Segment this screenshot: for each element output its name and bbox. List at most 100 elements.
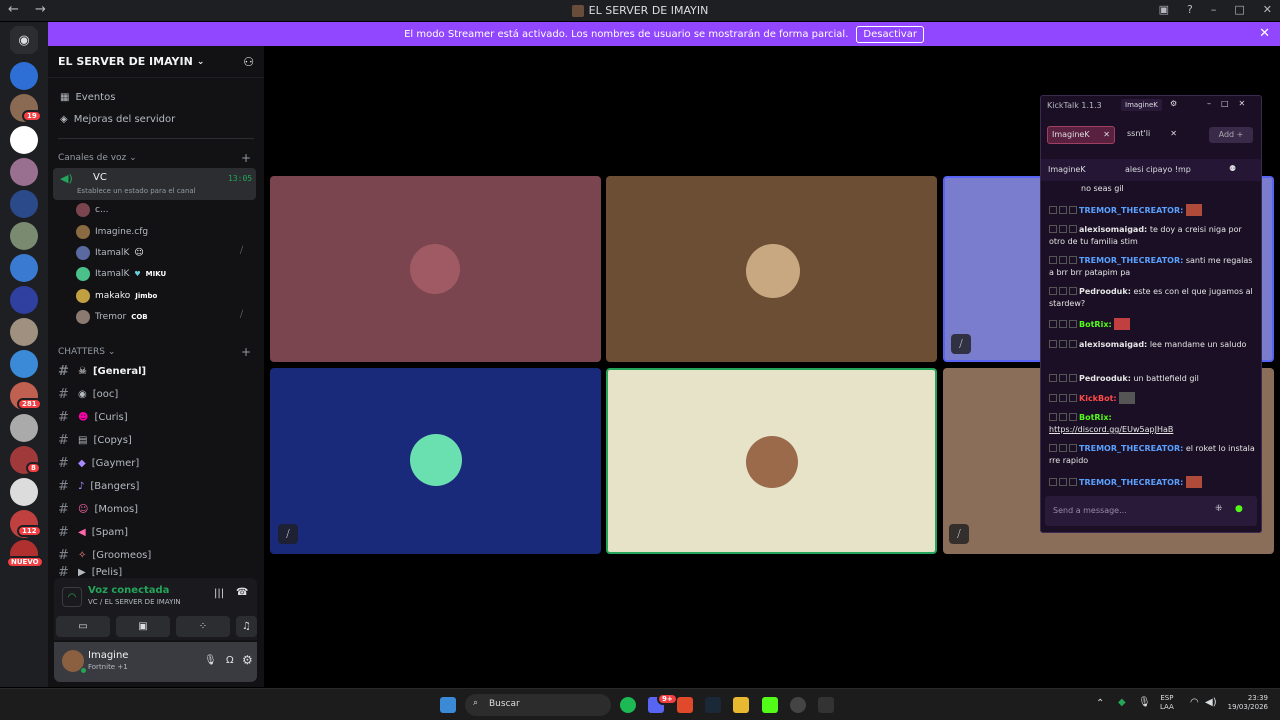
participant-tile[interactable] [606,176,937,362]
obs-icon[interactable] [790,697,806,713]
guild-icon[interactable] [10,158,38,186]
voice-user[interactable]: makako Jimbo [76,288,157,304]
voice-user[interactable]: Tremor COB [76,309,148,325]
headphones-icon[interactable]: Ω [226,655,234,666]
close-icon[interactable]: ✕ [1103,130,1110,139]
channel-status[interactable]: Establece un estado para el canal [77,187,196,195]
channel-general[interactable]: # ☠ [General] [58,361,254,381]
channel-curis[interactable]: # ☻ [Curis] [58,407,254,427]
settings-icon[interactable]: ⚙ [242,653,253,667]
steam-icon[interactable] [705,697,721,713]
message-user[interactable]: BotRix: [1079,413,1112,422]
chat-chip[interactable]: ssnt'li ✕ [1123,126,1181,144]
maximize-icon[interactable]: □ [1234,3,1244,16]
channel-bangers[interactable]: # ♪ [Bangers] [58,476,254,496]
guild-icon[interactable] [10,286,38,314]
settings-icon[interactable]: ⚙ [1170,99,1177,108]
chevron-up-icon[interactable]: ⌃ [1096,698,1104,709]
voice-user[interactable]: ItamalK ♥ MIKU [76,266,166,282]
participant-tile[interactable]: ⧸ [270,368,601,554]
channel-momos[interactable]: # ☺ [Momos] [58,499,254,519]
language-indicator[interactable]: ESP LAA [1160,694,1174,712]
channel-groomeos[interactable]: # ✧ [Groomeos] [58,545,254,565]
message-user[interactable]: TREMOR_THECREATOR: [1079,478,1183,487]
wifi-icon[interactable]: ◠ [1190,697,1199,708]
signal-icon[interactable]: ◠ [62,587,82,607]
taskbar-search[interactable]: ⌕ Buscar [465,694,611,716]
invite-icon[interactable]: ⚇ [243,55,254,69]
close-banner-icon[interactable]: ✕ [1259,26,1270,41]
kicktalk-window-controls[interactable]: –□✕ [1207,99,1255,108]
participant-tile[interactable] [606,368,937,554]
message-user[interactable]: KickBot: [1079,394,1117,403]
microphone-icon[interactable]: 🎙 [1138,697,1151,708]
chatters-category[interactable]: CHATTERS ⌄ [58,347,115,357]
message-user[interactable]: TREMOR_THECREATOR: [1079,256,1183,265]
guild-icon[interactable] [10,222,38,250]
folder-icon[interactable] [733,697,749,713]
message-user[interactable]: BotRix: [1079,320,1112,329]
channel-gaymer[interactable]: # ◆ [Gaymer] [58,453,254,473]
nav-arrows[interactable]: ← → [8,2,52,17]
add-channel-icon[interactable]: + [241,345,251,359]
guild-icon[interactable] [10,350,38,378]
message-link[interactable]: https://discord.gg/EUw5apJHaB [1049,425,1173,434]
tray-icon[interactable]: ◆ [1118,697,1126,708]
guild-icon[interactable] [10,318,38,346]
close-icon[interactable]: ✕ [1263,3,1272,16]
chat-chip[interactable]: ImagineK ✕ [1047,126,1115,144]
deactivate-button[interactable]: Desactivar [856,25,924,43]
epic-icon[interactable] [818,697,834,713]
kick-icon[interactable] [762,697,778,713]
brave-icon[interactable] [677,697,693,713]
add-channel-icon[interactable]: + [241,151,251,165]
message-user[interactable]: Pedrooduk: [1079,287,1131,296]
minimize-icon[interactable]: – [1211,3,1217,16]
spotify-icon[interactable] [620,697,636,713]
channel-spam[interactable]: # ◀ [Spam] [58,522,254,542]
channel-ooc[interactable]: # ◉ [ooc] [58,384,254,404]
clock[interactable]: 23:39 19/03/2026 [1224,694,1268,712]
voice-connected-subtitle[interactable]: VC / EL SERVER DE IMAYIN [88,598,181,606]
inbox-icon[interactable]: ▣ [1159,3,1169,16]
channel-pelis[interactable]: # ▶ [Pelis] [58,566,254,578]
screen-share-button[interactable]: ▣ [116,616,170,637]
emote-picker-icon[interactable]: ● [1235,504,1243,514]
events-item[interactable]: ▦ Eventos [60,92,115,103]
voice-user[interactable]: Imagine.cfg [76,224,148,240]
soundboard-button[interactable]: ♫ [236,616,257,637]
activities-button[interactable]: ⁘ [176,616,230,637]
guild-icon[interactable] [10,478,38,506]
voice-user[interactable]: ItamalK ☺ [76,245,144,261]
message-user[interactable]: TREMOR_THECREATOR: [1079,444,1183,453]
camera-button[interactable]: ▭ [56,616,110,637]
guild-icon[interactable] [10,62,38,90]
translate-icon[interactable]: ⁜ [1215,504,1223,514]
guild-icon[interactable] [10,254,38,282]
participant-tile[interactable] [270,176,601,362]
close-icon[interactable]: ✕ [1170,129,1177,138]
noise-suppression-icon[interactable]: ||| [214,588,224,599]
message-user[interactable]: alexisomaigad: [1079,225,1147,234]
chat-input[interactable]: Send a message... ⁜ ● [1045,496,1257,526]
boosts-item[interactable]: ◈ Mejoras del servidor [60,114,175,125]
microphone-icon[interactable]: 🎙 [204,655,217,666]
help-icon[interactable]: ? [1187,3,1193,16]
user-icon[interactable]: ⚉ [1229,164,1236,173]
voice-category[interactable]: Canales de voz ⌄ [58,153,137,163]
voice-user[interactable]: c... [76,202,109,218]
message-user[interactable]: TREMOR_THECREATOR: [1079,206,1183,215]
server-header[interactable]: EL SERVER DE IMAYIN ⌄ ⚇ [48,46,264,78]
guild-icon[interactable] [10,126,38,154]
add-chat-button[interactable]: Add + [1209,127,1253,143]
message-user[interactable]: Pedrooduk: [1079,374,1131,383]
discord-home-icon[interactable]: ◉ [10,26,38,54]
kicktalk-user-tab[interactable]: ImagineK [1121,99,1162,111]
guild-icon[interactable] [10,414,38,442]
volume-icon[interactable]: ◀) [1205,697,1217,708]
channel-copys[interactable]: # ▤ [Copys] [58,430,254,450]
start-icon[interactable] [440,697,456,713]
message-user[interactable]: alexisomaigad: [1079,340,1147,349]
disconnect-icon[interactable]: ☎ [236,587,248,598]
guild-icon[interactable] [10,190,38,218]
